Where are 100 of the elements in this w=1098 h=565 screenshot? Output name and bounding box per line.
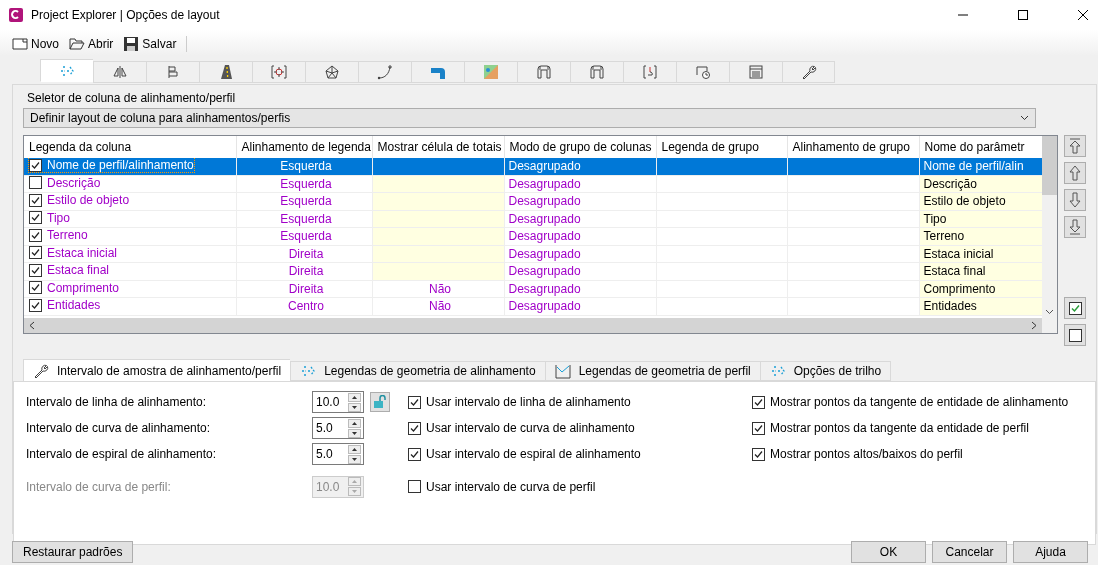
tab[interactable] — [199, 61, 252, 83]
table-cell: Desagrupado — [504, 227, 656, 245]
checkbox[interactable] — [29, 263, 42, 277]
toolbar-button[interactable]: Novo — [12, 36, 59, 52]
empty-box-icon — [1068, 328, 1082, 342]
table-cell: Não — [372, 297, 504, 315]
move-down-button[interactable] — [1064, 189, 1086, 211]
spin-field[interactable]: 5.0 — [312, 443, 364, 465]
checkbox-label: Estaca final — [47, 263, 110, 277]
dialog-button[interactable]: Cancelar — [932, 541, 1007, 563]
group-title: Seletor de coluna de alinhamento/perfil — [26, 91, 237, 105]
padlock-icon — [373, 395, 387, 409]
checkbox[interactable] — [408, 480, 421, 493]
layout-dropdown[interactable]: Definir layout de coluna para alinhamentos/perfis — [23, 108, 1036, 128]
wrench-icon — [800, 64, 817, 80]
close-icon[interactable] — [1078, 10, 1088, 20]
tab[interactable] — [782, 61, 835, 83]
tab[interactable]: Legendas de geometria de perfil — [544, 361, 760, 381]
spin-field[interactable]: 10.0 — [312, 391, 364, 413]
table-row[interactable]: Nome de perfil/alinhamento Esquerda Desagrupado Nome de perfil/alin — [24, 158, 1042, 175]
table-row[interactable]: Estaca final Direita Desagrupado Estaca final — [24, 262, 1042, 280]
checkbox[interactable] — [29, 176, 42, 189]
checkbox[interactable] — [29, 193, 42, 207]
checkbox-label: Mostrar pontos altos/baixos do perfil — [770, 447, 963, 461]
tab[interactable] — [305, 61, 358, 83]
checkbox[interactable] — [752, 421, 765, 435]
tab[interactable] — [252, 61, 305, 83]
checkbox[interactable] — [408, 395, 421, 409]
table-cell: Desagrupado — [504, 175, 656, 193]
horizontal-scrollbar[interactable] — [24, 318, 1042, 333]
table-cell: Nome de perfil/alin — [919, 158, 1042, 175]
arrow-to-top-icon — [1069, 138, 1081, 154]
checkbox[interactable] — [752, 395, 765, 409]
map-icon — [483, 64, 499, 80]
move-to-top-button[interactable] — [1064, 135, 1086, 157]
new-file-icon — [12, 36, 28, 52]
table-cell: Não — [372, 280, 504, 298]
table-cell: Desagrupado — [504, 158, 656, 175]
table-cell: Direita — [236, 280, 372, 298]
arrow-up-icon — [1069, 165, 1081, 181]
table-cell: Desagrupado — [504, 210, 656, 228]
field-label: Intervalo de linha de alinhamento: — [26, 395, 208, 409]
checkbox[interactable] — [29, 281, 42, 294]
checkbox-label: Mostrar pontos da tangente da entidade de perfil — [770, 421, 1029, 435]
table-row[interactable]: Entidades Centro Não Desagrupado Entidades — [24, 297, 1042, 315]
clock-box-icon — [695, 64, 711, 80]
checked-box-icon — [1068, 301, 1082, 315]
table-cell: Desagrupado — [504, 245, 656, 263]
checkbox[interactable] — [408, 447, 421, 461]
dialog-button[interactable]: OK — [851, 541, 926, 563]
table-row[interactable]: Descrição Esquerda Desagrupado Descrição — [24, 175, 1042, 193]
table-row[interactable]: Estilo de objeto Esquerda Desagrupado Estilo de objeto — [24, 192, 1042, 210]
table-row[interactable]: Estaca inicial Direita Desagrupado Estaca inicial — [24, 245, 1042, 263]
tab[interactable] — [411, 61, 464, 83]
table-cell: Esquerda — [236, 210, 372, 228]
checkbox[interactable] — [29, 211, 42, 224]
checkbox[interactable] — [29, 228, 42, 242]
curve-icon — [377, 64, 393, 80]
table-row[interactable]: Comprimento Direita Não Desagrupado Comprimento — [24, 280, 1042, 298]
table-cell: Direita — [236, 262, 372, 280]
checkbox[interactable] — [408, 421, 421, 435]
profile-icon — [554, 363, 571, 379]
table-row[interactable]: Terreno Esquerda Desagrupado Terreno — [24, 227, 1042, 245]
wrench-icon — [33, 362, 49, 379]
checkbox[interactable] — [29, 246, 42, 259]
toolbar-button[interactable]: Abrir — [69, 36, 114, 52]
table-cell: Centro — [236, 297, 372, 315]
tab[interactable]: Opções de trilho — [759, 361, 892, 381]
maximize-icon[interactable] — [1018, 10, 1028, 20]
tab[interactable]: Legendas de geometria de alinhamento — [290, 361, 545, 381]
toolbar-button[interactable]: Salvar — [123, 36, 177, 52]
target-icon — [271, 64, 287, 80]
table-cell: Esquerda — [236, 192, 372, 210]
field-label: Intervalo de curva de alinhamento: — [26, 421, 212, 435]
pipe-icon — [536, 64, 552, 80]
window-title: Project Explorer | Opções de layout — [31, 8, 221, 22]
move-up-button[interactable] — [1064, 162, 1086, 184]
list-icon — [748, 64, 764, 80]
save-icon — [123, 36, 140, 52]
checkbox-label: Usar intervalo de linha de alinhamento — [426, 395, 631, 409]
checkbox-label: Tipo — [47, 210, 70, 225]
mirror-icon — [112, 64, 128, 80]
checkbox[interactable] — [752, 447, 765, 461]
checkbox[interactable] — [29, 298, 42, 312]
move-to-bottom-button[interactable] — [1064, 216, 1086, 238]
table-cell: Desagrupado — [504, 192, 656, 210]
spin-field[interactable]: 5.0 — [312, 417, 364, 439]
tab[interactable]: Intervalo de amostra de alinhamento/perfil — [23, 359, 291, 381]
dialog-button[interactable]: Ajuda — [1013, 541, 1088, 563]
table-cell: Direita — [236, 245, 372, 263]
uncheck-all-button[interactable] — [1064, 324, 1086, 346]
restore-defaults-button[interactable]: Restaurar padrões — [12, 541, 134, 563]
table-row[interactable]: Tipo Esquerda Desagrupado Tipo — [24, 210, 1042, 228]
vertical-scrollbar[interactable] — [1042, 136, 1057, 318]
table-cell: Desagrupado — [504, 297, 656, 315]
checkbox-label: Usar intervalo de curva de perfil — [426, 479, 596, 494]
chevron-left-icon — [28, 321, 36, 330]
check-all-button[interactable] — [1064, 297, 1086, 319]
checkbox[interactable] — [29, 158, 42, 172]
field-label: Intervalo de espiral de alinhamento: — [26, 447, 218, 461]
